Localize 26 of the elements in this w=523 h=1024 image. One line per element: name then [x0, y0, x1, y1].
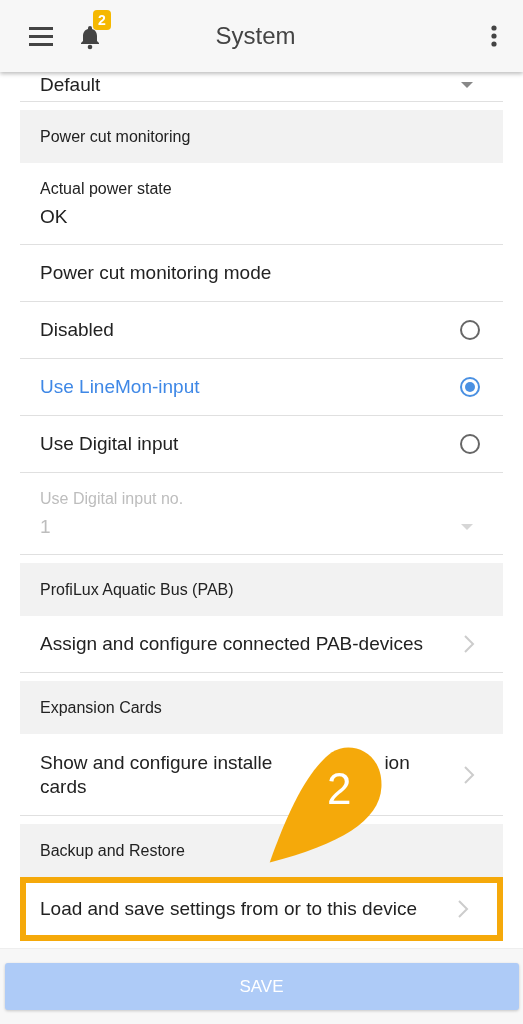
chevron-icon — [463, 634, 475, 654]
notification-badge: 2 — [93, 10, 111, 30]
field-label: Actual power state — [40, 179, 173, 198]
bell-icon[interactable] — [79, 24, 101, 50]
radio-selected-icon[interactable] — [459, 376, 481, 398]
chevron-icon — [457, 899, 469, 919]
field-label: Power cut monitoring mode — [40, 262, 272, 284]
label-fragment: Show and configure installe — [40, 750, 273, 775]
radio-empty-icon[interactable] — [459, 319, 481, 341]
field-value: OK — [40, 205, 69, 228]
more-options-button[interactable] — [490, 25, 498, 47]
label-fragment: ion — [384, 750, 410, 775]
label-fragment: cards — [40, 774, 87, 799]
list-item[interactable]: Load and save settings from or to this device — [20, 877, 503, 941]
dropdown-arrow-icon — [461, 81, 473, 88]
radio-empty-icon[interactable] — [459, 433, 481, 455]
screen-title: System — [215, 22, 296, 50]
section-header: Power cut monitoring — [40, 127, 191, 146]
dropdown-arrow-icon — [461, 523, 473, 530]
dropdown-field[interactable]: Default — [40, 73, 483, 96]
section-header: Backup and Restore — [40, 841, 185, 860]
chevron-icon — [463, 764, 475, 785]
section-header: ProfiLux Aquatic Bus (PAB) — [40, 580, 234, 599]
field-label: Use Digital input no. — [40, 489, 185, 508]
menu-button[interactable] — [29, 26, 53, 46]
section-header: Expansion Cards — [40, 698, 162, 717]
